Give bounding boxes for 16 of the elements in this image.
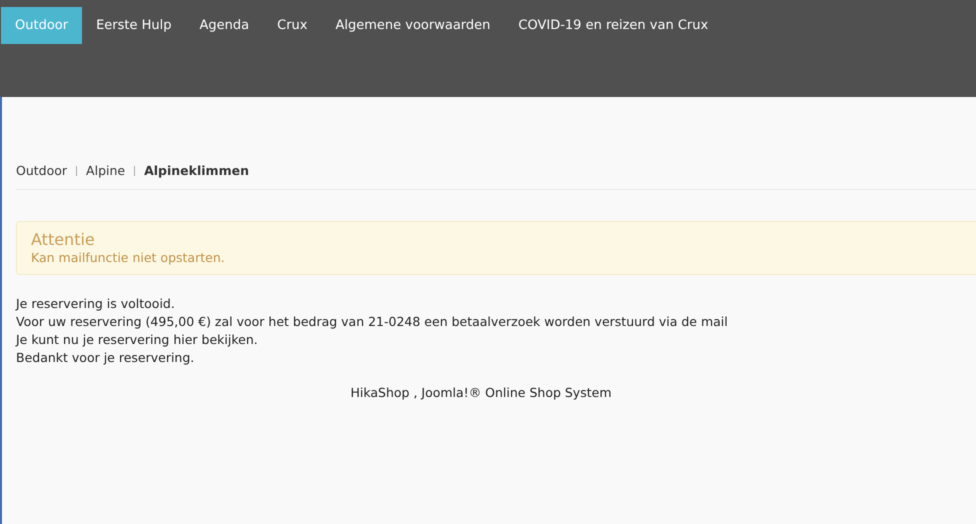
footer-text: HikaShop , Joomla!® Online Shop System	[350, 385, 612, 400]
nav-tab[interactable]: Crux	[263, 7, 322, 44]
breadcrumb-link[interactable]: Outdoor	[16, 163, 68, 178]
alert-title: Attentie	[31, 230, 96, 249]
alert-message: Kan mailfunctie niet opstarten.	[31, 250, 226, 265]
nav-tab[interactable]: Agenda	[186, 7, 264, 44]
breadcrumb-link[interactable]: Alpine	[86, 163, 126, 178]
message-text: Voor uw reservering (495,00 €) zal voor het bedrag van 21-0248 een betaalverzoek worden verstuurd via de mail	[16, 314, 729, 329]
message-text: Je kunt nu je reservering hier bekijken.	[16, 332, 259, 347]
message-text: Je reservering is voltooid.	[16, 296, 176, 311]
nav-tab[interactable]: Eerste Hulp	[82, 7, 186, 44]
nav-tab[interactable]: COVID-19 en reizen van Crux	[504, 7, 722, 44]
nav-tab[interactable]: Algemene voorwaarden	[321, 7, 504, 44]
breadcrumb-current-page: Alpineklimmen	[144, 163, 249, 178]
view-reservation-link[interactable]: hier	[173, 332, 198, 347]
message-text: Bedankt voor je reservering.	[16, 350, 196, 365]
